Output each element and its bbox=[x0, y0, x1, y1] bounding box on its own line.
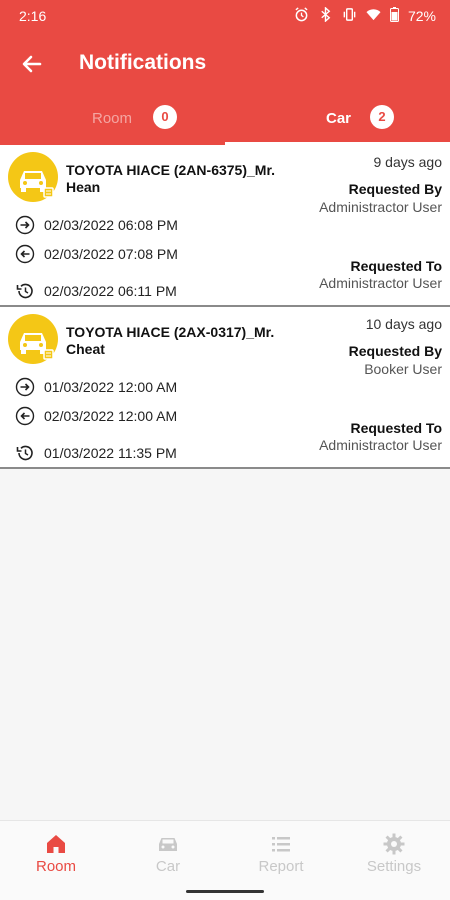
tab-room[interactable]: Room 0 bbox=[0, 96, 225, 145]
status-time: 2:16 bbox=[19, 8, 47, 24]
created-time: 02/03/2022 06:11 PM bbox=[44, 283, 177, 299]
requested-by-label: Requested By bbox=[348, 181, 442, 197]
tab-room-count-badge: 0 bbox=[153, 105, 177, 129]
wifi-icon bbox=[366, 7, 381, 25]
nav-car-label: Car bbox=[155, 858, 181, 875]
end-time-row: 02/03/2022 12:00 AM bbox=[15, 406, 177, 426]
app-bar: Notifications bbox=[0, 40, 450, 88]
requested-by-value: Administractor User bbox=[319, 199, 442, 215]
created-time-row: 02/03/2022 06:11 PM bbox=[15, 281, 177, 301]
list-icon bbox=[272, 837, 290, 852]
gear-icon bbox=[383, 833, 405, 855]
car-avatar bbox=[8, 314, 58, 364]
page-title: Notifications bbox=[79, 51, 207, 74]
created-time-row: 01/03/2022 11:35 PM bbox=[15, 443, 177, 463]
nav-report-label: Report bbox=[258, 858, 304, 875]
home-icon bbox=[47, 835, 65, 853]
tab-car-count-badge: 2 bbox=[370, 105, 394, 129]
nav-item-car[interactable]: Car bbox=[112, 821, 224, 891]
start-time: 01/03/2022 12:00 AM bbox=[44, 379, 178, 395]
created-time: 01/03/2022 11:35 PM bbox=[44, 445, 177, 461]
car-icon bbox=[20, 333, 54, 360]
tab-car[interactable]: Car 2 bbox=[225, 96, 450, 145]
arrow-left-circle-icon bbox=[15, 244, 35, 264]
notification-card[interactable]: TOYOTA HIACE (2AN-6375)_Mr. Hean 9 days … bbox=[0, 145, 450, 307]
requested-to-value: Administractor User bbox=[319, 275, 442, 291]
back-arrow-icon bbox=[22, 55, 42, 73]
requested-to-label: Requested To bbox=[350, 420, 442, 436]
tab-car-label: Car bbox=[326, 110, 352, 127]
car-name: TOYOTA HIACE (2AX-0317)_Mr. Cheat bbox=[66, 324, 275, 357]
start-time-row: 02/03/2022 06:08 PM bbox=[15, 215, 178, 235]
header: 2:16 72% Notifications Room 0 Car 2 bbox=[0, 0, 450, 145]
nav-settings-label: Settings bbox=[366, 858, 422, 875]
car-icon bbox=[159, 838, 177, 851]
battery-percent: 72% bbox=[407, 8, 436, 24]
end-time: 02/03/2022 12:00 AM bbox=[44, 408, 178, 424]
requested-to-value: Administractor User bbox=[319, 437, 442, 453]
arrow-right-circle-icon bbox=[15, 377, 35, 397]
car-avatar bbox=[8, 152, 58, 202]
start-time: 02/03/2022 06:08 PM bbox=[44, 217, 178, 233]
requested-by-label: Requested By bbox=[348, 343, 442, 359]
nav-item-settings[interactable]: Settings bbox=[338, 821, 450, 891]
car-icon bbox=[20, 171, 54, 198]
status-icons: 72% bbox=[294, 6, 436, 25]
start-time-row: 01/03/2022 12:00 AM bbox=[15, 377, 177, 397]
nav-item-room[interactable]: Room bbox=[0, 821, 112, 891]
requested-to-label: Requested To bbox=[350, 258, 442, 274]
history-icon bbox=[16, 445, 33, 461]
end-time: 02/03/2022 07:08 PM bbox=[44, 246, 178, 262]
requested-by-value: Booker User bbox=[364, 361, 442, 377]
nav-item-report[interactable]: Report bbox=[225, 821, 337, 891]
time-ago: 10 days ago bbox=[365, 316, 442, 332]
car-name: TOYOTA HIACE (2AN-6375)_Mr. Hean bbox=[66, 162, 276, 195]
end-time-row: 02/03/2022 07:08 PM bbox=[15, 244, 178, 264]
notification-card[interactable]: TOYOTA HIACE (2AX-0317)_Mr. Cheat 10 day… bbox=[0, 307, 450, 469]
arrow-left-circle-icon bbox=[15, 406, 35, 426]
bottom-nav: Room Car Report Settings bbox=[0, 820, 450, 900]
nav-room-label: Room bbox=[35, 858, 76, 875]
alarm-icon bbox=[294, 7, 309, 25]
vibrate-icon bbox=[342, 7, 357, 25]
battery-icon bbox=[389, 7, 399, 25]
tab-room-label: Room bbox=[92, 110, 133, 127]
bluetooth-icon bbox=[318, 6, 333, 25]
back-button[interactable] bbox=[18, 50, 46, 78]
tab-bar: Room 0 Car 2 bbox=[0, 96, 450, 145]
history-icon bbox=[16, 283, 33, 299]
status-bar: 2:16 72% bbox=[0, 0, 450, 32]
gesture-bar[interactable] bbox=[186, 890, 264, 893]
time-ago: 9 days ago bbox=[373, 154, 443, 170]
arrow-right-circle-icon bbox=[15, 215, 35, 235]
